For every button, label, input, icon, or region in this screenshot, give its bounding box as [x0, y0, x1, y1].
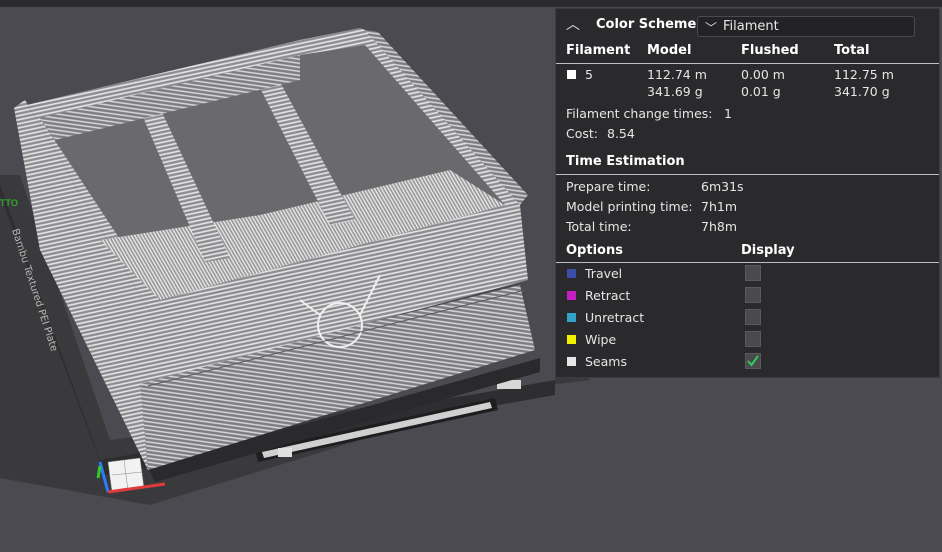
divider	[556, 63, 939, 64]
total-time-value: 7h8m	[701, 219, 738, 234]
divider	[556, 174, 939, 175]
total-time-label: Total time:	[566, 219, 632, 234]
retract-swatch	[567, 291, 576, 300]
option-wipe-label: Wipe	[585, 332, 617, 347]
header-filament: Filament	[566, 43, 631, 58]
wipe-swatch	[567, 335, 576, 344]
model-length: 112.74 m	[647, 67, 707, 82]
unretract-display-checkbox[interactable]	[745, 309, 761, 325]
header-model: Model	[647, 43, 692, 58]
option-unretract-label: Unretract	[585, 310, 645, 325]
model-weight: 341.69 g	[647, 84, 703, 99]
display-header: Display	[741, 243, 795, 258]
prepare-time-value: 6m31s	[701, 179, 744, 194]
option-retract-label: Retract	[585, 288, 631, 303]
filament-change-times-label: Filament change times:	[566, 106, 713, 121]
time-estimation-title: Time Estimation	[566, 154, 685, 169]
cost-value: 8.54	[607, 126, 635, 141]
plate-label-fragment: TTO	[0, 199, 18, 209]
legend-panel: ︿ Color Scheme ﹀ Filament Filament Model…	[555, 8, 940, 378]
cost-label: Cost:	[566, 126, 599, 141]
wipe-display-checkbox[interactable]	[745, 331, 761, 347]
filament-id: 5	[585, 67, 593, 82]
seams-swatch	[567, 357, 576, 366]
header-total: Total	[834, 43, 870, 58]
prepare-time-label: Prepare time:	[566, 179, 651, 194]
header-flushed: Flushed	[741, 43, 799, 58]
color-scheme-title: Color Scheme	[596, 17, 697, 32]
filament-change-times-value: 1	[724, 106, 732, 121]
total-weight: 341.70 g	[834, 84, 890, 99]
color-scheme-dropdown[interactable]: ﹀ Filament	[697, 16, 915, 37]
divider	[556, 262, 939, 263]
collapse-chevron-up-icon[interactable]: ︿	[566, 14, 580, 34]
flushed-length: 0.00 m	[741, 67, 785, 82]
flushed-weight: 0.01 g	[741, 84, 781, 99]
options-header: Options	[566, 243, 623, 258]
travel-swatch	[567, 269, 576, 278]
seams-display-checkbox[interactable]	[745, 353, 761, 369]
model-printing-time-value: 7h1m	[701, 199, 738, 214]
color-scheme-selected: Filament	[723, 19, 779, 34]
chevron-down-icon: ﹀	[705, 21, 718, 35]
checkmark-icon	[747, 355, 759, 367]
option-travel-label: Travel	[585, 266, 623, 281]
travel-display-checkbox[interactable]	[745, 265, 761, 281]
filament-swatch	[567, 70, 576, 79]
retract-display-checkbox[interactable]	[745, 287, 761, 303]
option-seams-label: Seams	[585, 354, 627, 369]
unretract-swatch	[567, 313, 576, 322]
model-printing-time-label: Model printing time:	[566, 199, 693, 214]
total-length: 112.75 m	[834, 67, 894, 82]
